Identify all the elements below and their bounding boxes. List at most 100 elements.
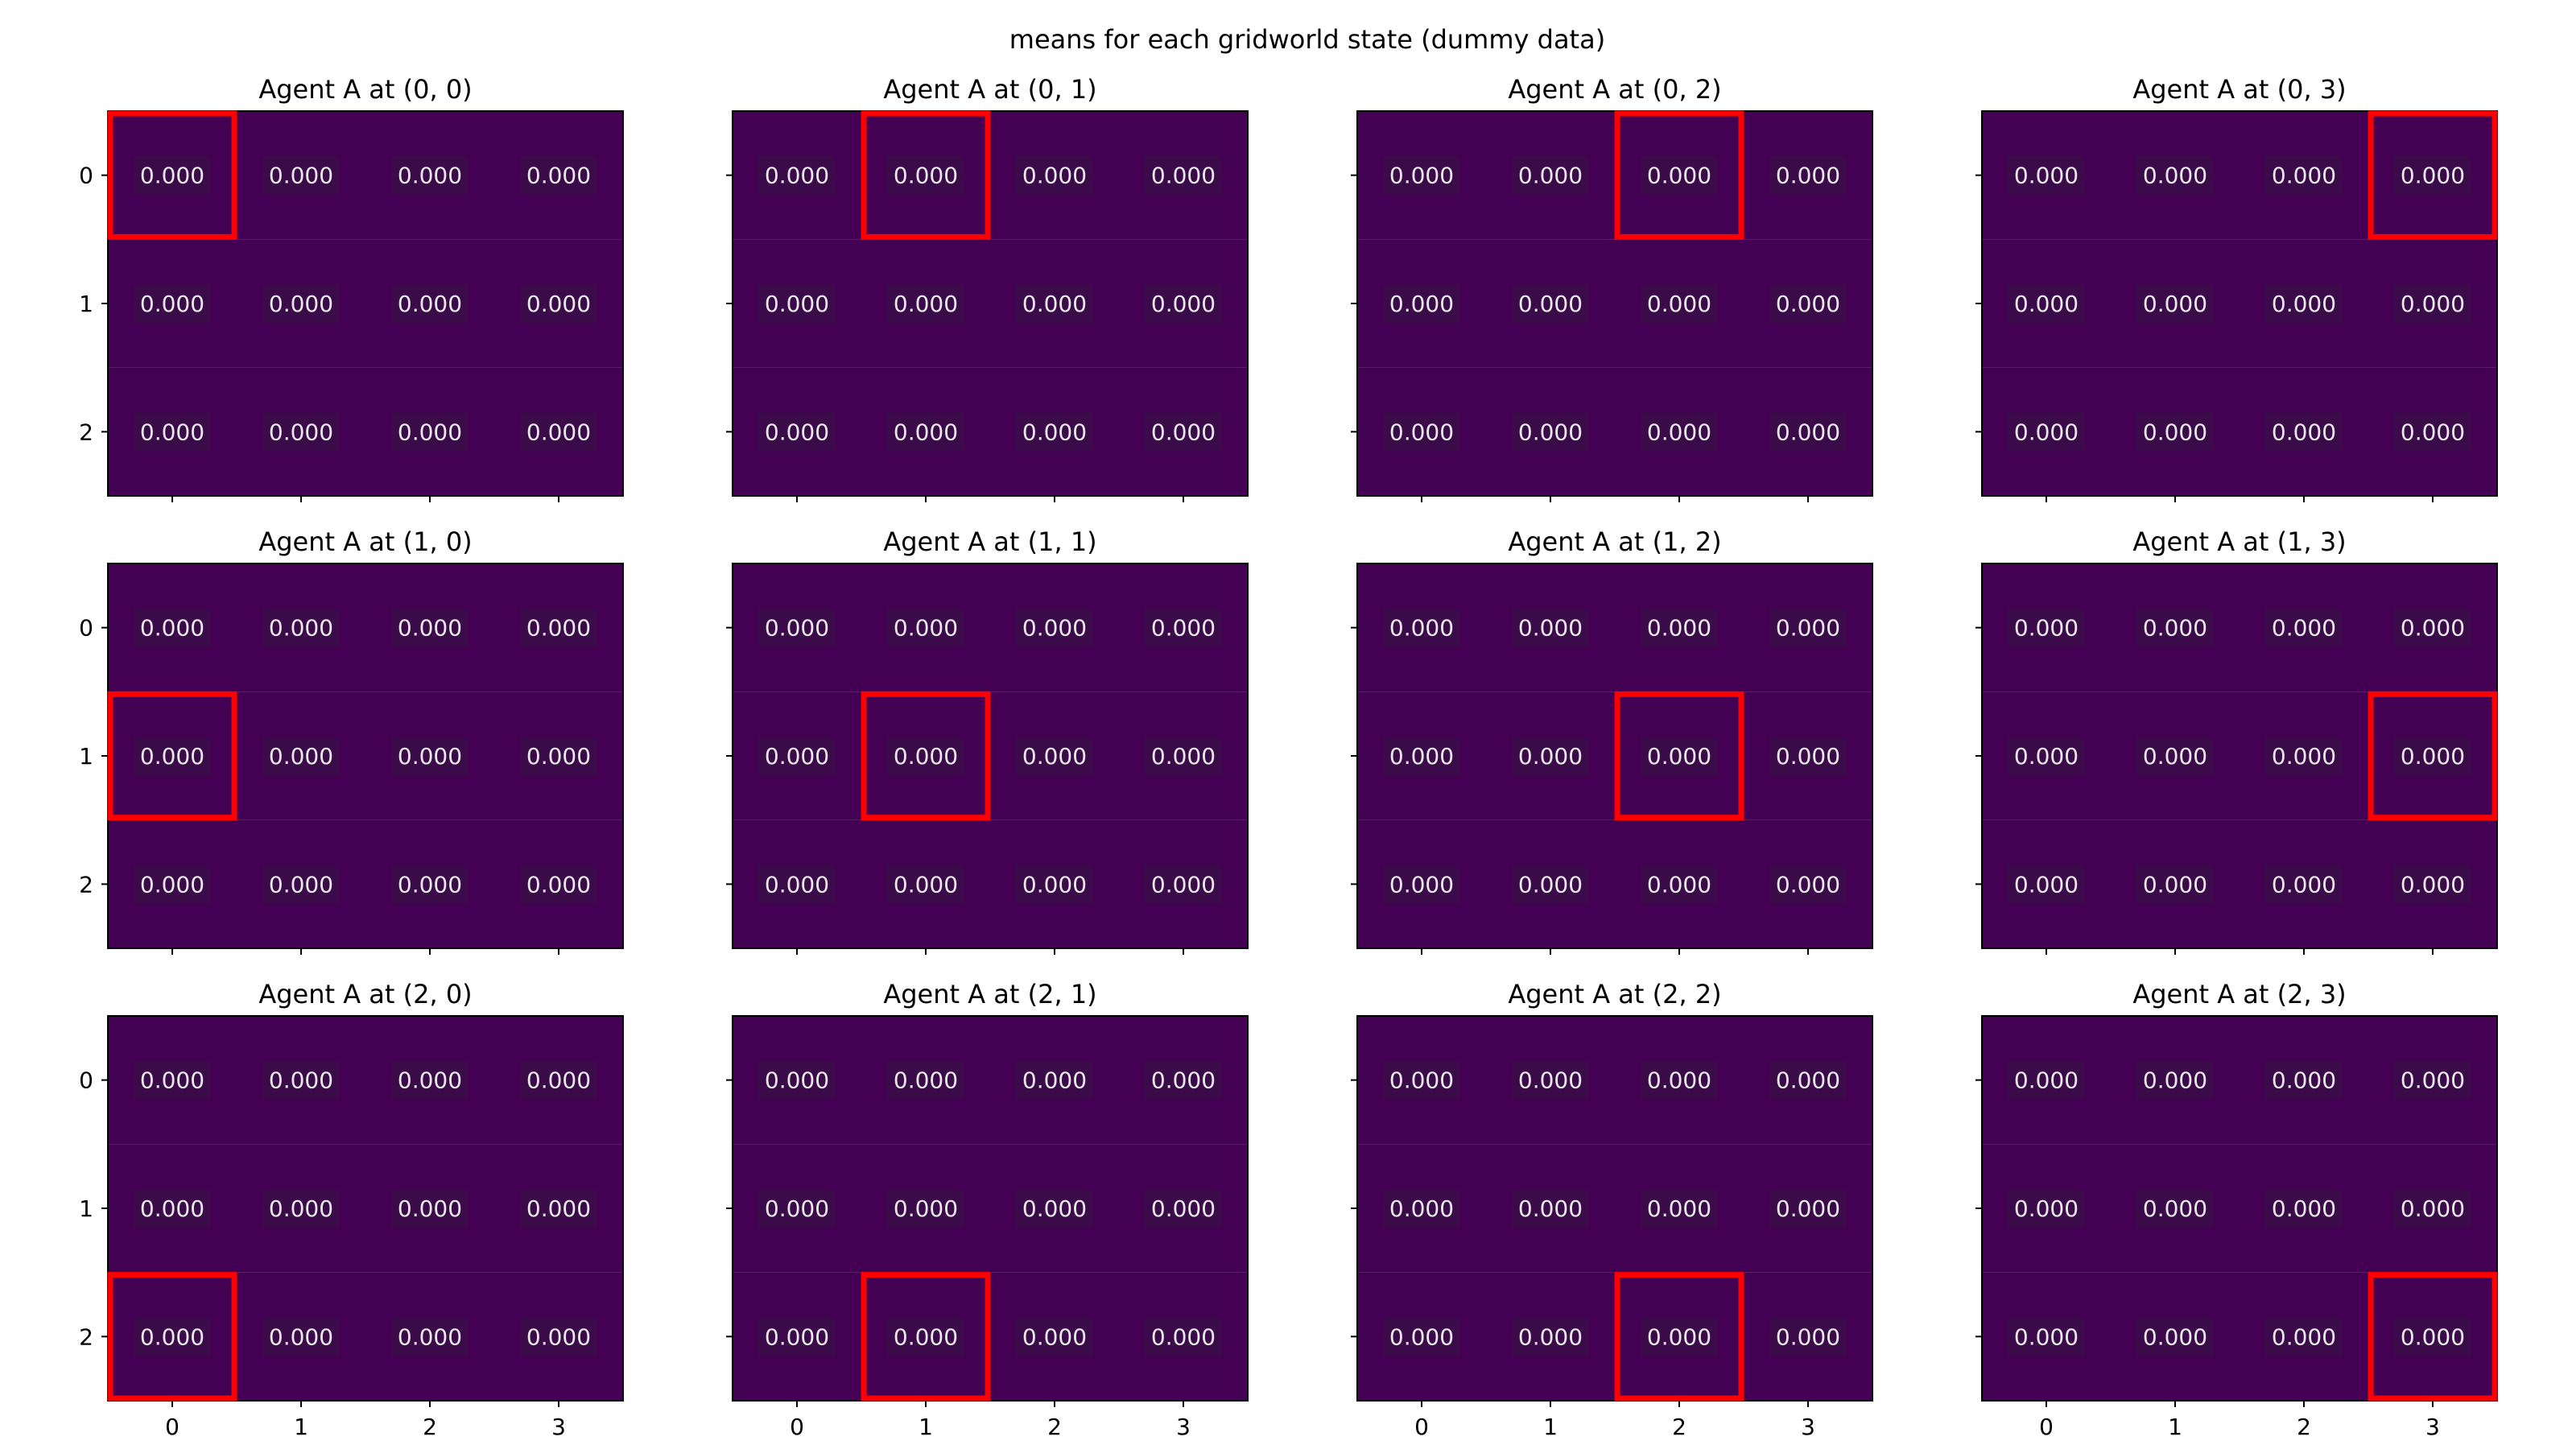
- cell-value-label: 0.000: [1389, 163, 1454, 189]
- y-tick-label: 2: [79, 1323, 93, 1350]
- cell-value-label: 0.000: [1518, 1323, 1583, 1350]
- cell-value-label: 0.000: [526, 1323, 591, 1350]
- cell-value-label: 0.000: [1151, 871, 1216, 898]
- cell-value-label: 0.000: [1022, 163, 1087, 189]
- cell-value-label: 0.000: [765, 743, 829, 770]
- y-tick-label: 1: [79, 1195, 93, 1222]
- panel-title: Agent A at (0, 3): [2132, 74, 2346, 105]
- cell-value-label: 0.000: [765, 163, 829, 189]
- cell-value-label: 0.000: [894, 871, 958, 898]
- cell-value-label: 0.000: [2401, 615, 2465, 642]
- cell-value-label: 0.000: [1776, 871, 1840, 898]
- cell-value-label: 0.000: [1518, 743, 1583, 770]
- cell-value-label: 0.000: [2272, 743, 2336, 770]
- panel-title: Agent A at (0, 1): [883, 74, 1096, 105]
- cell-value-label: 0.000: [2014, 1067, 2079, 1094]
- panel-title: Agent A at (0, 0): [258, 74, 472, 105]
- cell-value-label: 0.000: [140, 291, 204, 317]
- cell-value-label: 0.000: [2401, 1067, 2465, 1094]
- cell-value-label: 0.000: [526, 163, 591, 189]
- cell-value-label: 0.000: [398, 1323, 462, 1350]
- cell-value-label: 0.000: [2014, 163, 2079, 189]
- cell-value-label: 0.000: [1022, 871, 1087, 898]
- cell-value-label: 0.000: [2143, 1323, 2207, 1350]
- heatmap-panel: Agent A at (1, 1) 0.000 0.000 0.000 0.000 0.0…: [726, 526, 1249, 955]
- cell-value-label: 0.000: [1647, 291, 1711, 317]
- cell-value-label: 0.000: [894, 615, 958, 642]
- cell-value-label: 0.000: [140, 615, 204, 642]
- cell-value-label: 0.000: [269, 419, 333, 445]
- cell-value-label: 0.000: [765, 871, 829, 898]
- cell-value-label: 0.000: [2401, 163, 2465, 189]
- cell-value-label: 0.000: [2143, 615, 2207, 642]
- cell-value-label: 0.000: [2014, 743, 2079, 770]
- cell-value-label: 0.000: [1647, 419, 1711, 445]
- panel-title: Agent A at (2, 1): [883, 979, 1096, 1009]
- cell-value-label: 0.000: [140, 871, 204, 898]
- cell-value-label: 0.000: [1518, 871, 1583, 898]
- cell-value-label: 0.000: [765, 419, 829, 445]
- cell-value-label: 0.000: [1776, 163, 1840, 189]
- cell-value-label: 0.000: [1022, 1323, 1087, 1350]
- cell-value-label: 0.000: [1776, 419, 1840, 445]
- heatmap-panel: Agent A at (2, 0) 0.000 0.000 0.000 0.000 0.0…: [79, 979, 624, 1440]
- cell-value-label: 0.000: [1022, 419, 1087, 445]
- cell-value-label: 0.000: [2272, 871, 2336, 898]
- cell-value-label: 0.000: [1776, 291, 1840, 317]
- cell-value-label: 0.000: [765, 615, 829, 642]
- cell-value-label: 0.000: [1389, 291, 1454, 317]
- cell-value-label: 0.000: [894, 1195, 958, 1222]
- cell-value-label: 0.000: [2143, 743, 2207, 770]
- cell-value-label: 0.000: [2143, 291, 2207, 317]
- cell-value-label: 0.000: [526, 743, 591, 770]
- cell-value-label: 0.000: [269, 743, 333, 770]
- cell-value-label: 0.000: [526, 871, 591, 898]
- x-tick-label: 2: [1047, 1414, 1062, 1440]
- cell-value-label: 0.000: [140, 1195, 204, 1222]
- cell-value-label: 0.000: [2014, 615, 2079, 642]
- x-tick-label: 3: [2425, 1414, 2440, 1440]
- cell-value-label: 0.000: [2143, 1195, 2207, 1222]
- cell-value-label: 0.000: [1389, 1195, 1454, 1222]
- cell-value-label: 0.000: [1776, 743, 1840, 770]
- heatmap-panel: Agent A at (2, 2) 0.000 0.000 0.000 0.000 0.0…: [1351, 979, 1873, 1440]
- cell-value-label: 0.000: [1647, 1067, 1711, 1094]
- cell-value-label: 0.000: [2272, 419, 2336, 445]
- cell-value-label: 0.000: [269, 1067, 333, 1094]
- cell-value-label: 0.000: [398, 419, 462, 445]
- x-tick-label: 1: [919, 1414, 933, 1440]
- cell-value-label: 0.000: [1151, 1067, 1216, 1094]
- cell-value-label: 0.000: [1647, 1195, 1711, 1222]
- cell-value-label: 0.000: [2014, 871, 2079, 898]
- cell-value-label: 0.000: [1518, 291, 1583, 317]
- cell-value-label: 0.000: [1389, 871, 1454, 898]
- x-tick-label: 2: [423, 1414, 437, 1440]
- x-tick-label: 1: [294, 1414, 308, 1440]
- cell-value-label: 0.000: [1776, 615, 1840, 642]
- cell-value-label: 0.000: [1647, 1323, 1711, 1350]
- x-tick-label: 1: [1543, 1414, 1558, 1440]
- x-tick-label: 2: [2297, 1414, 2311, 1440]
- cell-value-label: 0.000: [398, 871, 462, 898]
- cell-value-label: 0.000: [1151, 1323, 1216, 1350]
- cell-value-label: 0.000: [1518, 163, 1583, 189]
- cell-value-label: 0.000: [2401, 291, 2465, 317]
- cell-value-label: 0.000: [2272, 1323, 2336, 1350]
- y-tick-label: 1: [79, 743, 93, 770]
- cell-value-label: 0.000: [1151, 419, 1216, 445]
- cell-value-label: 0.000: [765, 1195, 829, 1222]
- cell-value-label: 0.000: [269, 163, 333, 189]
- cell-value-label: 0.000: [2143, 419, 2207, 445]
- panel-title: Agent A at (1, 3): [2132, 526, 2346, 557]
- cell-value-label: 0.000: [1518, 419, 1583, 445]
- cell-value-label: 0.000: [2272, 1195, 2336, 1222]
- cell-value-label: 0.000: [1389, 1323, 1454, 1350]
- cell-value-label: 0.000: [1151, 743, 1216, 770]
- cell-value-label: 0.000: [1389, 743, 1454, 770]
- cell-value-label: 0.000: [140, 1323, 204, 1350]
- cell-value-label: 0.000: [2272, 163, 2336, 189]
- cell-value-label: 0.000: [269, 1323, 333, 1350]
- cell-value-label: 0.000: [765, 1323, 829, 1350]
- panel-title: Agent A at (2, 0): [258, 979, 472, 1009]
- heatmap-panel: Agent A at (1, 3) 0.000 0.000 0.000 0.000 0.0…: [1975, 526, 2498, 955]
